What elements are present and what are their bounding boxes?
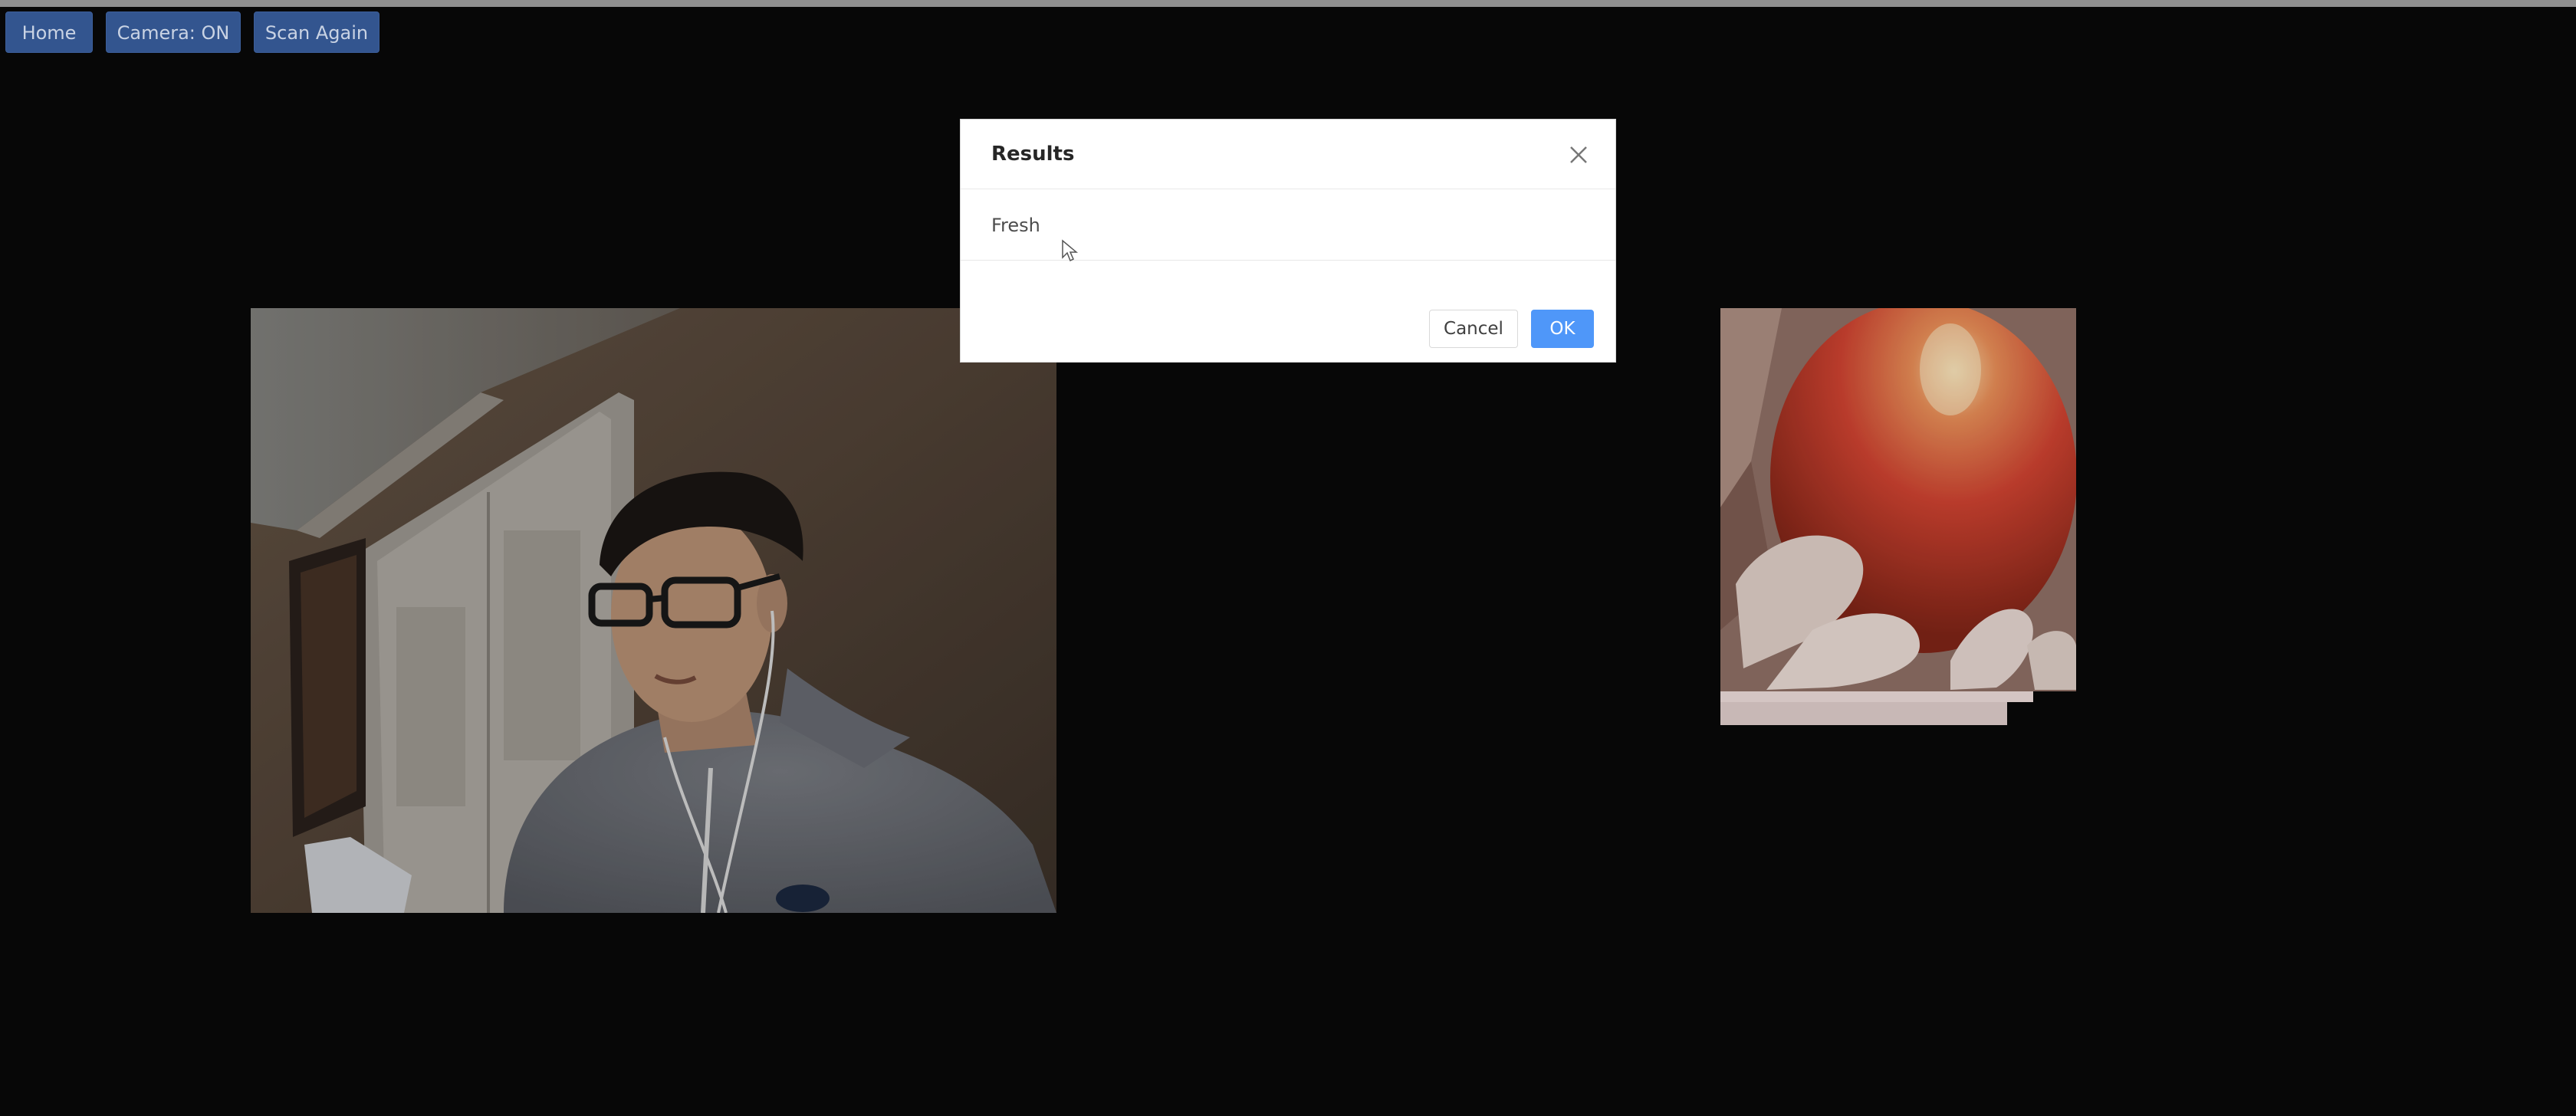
scan-again-button[interactable]: Scan Again xyxy=(254,11,380,53)
mouse-pointer-icon xyxy=(1061,239,1079,262)
result-text: Fresh xyxy=(991,215,1040,236)
close-icon[interactable] xyxy=(1568,144,1589,166)
modal-header: Results xyxy=(961,120,1615,189)
top-strip xyxy=(0,0,2576,7)
modal-body: Fresh xyxy=(961,189,1615,261)
snapshot-image xyxy=(1720,308,2076,725)
captured-snapshot xyxy=(1720,308,2076,725)
page: Home Camera: ON Scan Again Results Fresh… xyxy=(0,0,2576,1116)
cancel-button[interactable]: Cancel xyxy=(1429,310,1518,348)
home-button[interactable]: Home xyxy=(5,11,93,53)
webcam-feed xyxy=(251,308,1056,913)
webcam-image xyxy=(251,308,1056,913)
camera-toggle-button[interactable]: Camera: ON xyxy=(106,11,241,53)
modal-title: Results xyxy=(991,143,1075,166)
ok-button[interactable]: OK xyxy=(1531,310,1594,348)
